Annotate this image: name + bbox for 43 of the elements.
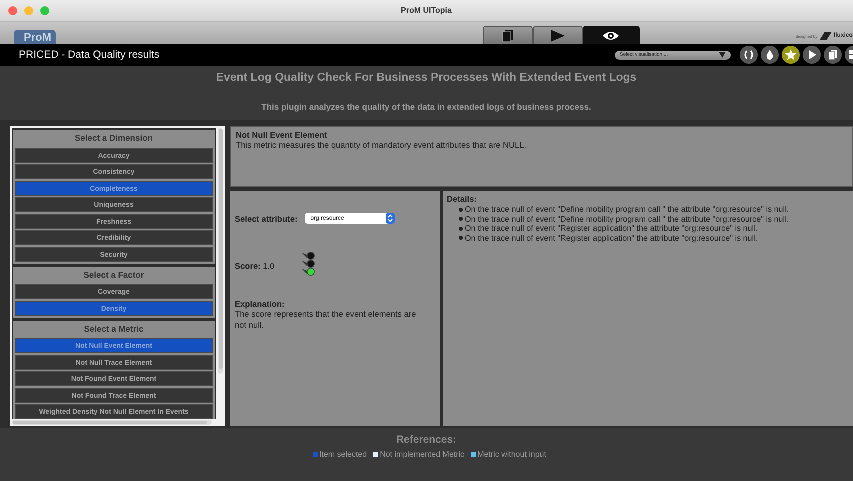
detail-text: On the trace null of event "Register application" the attribute "org:resource" is null. [465,224,758,234]
stepper-icon [386,213,395,224]
detail-text: On the trace null of event "Define mobility program call " the attribute "org:resource" is null. [465,205,790,214]
view-tab[interactable] [532,26,583,44]
view-title: PRICED - Data Quality results [18,49,161,61]
scroll-thumb[interactable] [13,421,207,424]
detail-text: On the trace null of event "Register application" the attribute "org:resource" is null. [465,234,758,243]
legend-label: Not implemented Metric [380,450,465,459]
prom-logo: ProM [14,30,56,44]
score-text: Score: 1.0 [235,261,275,271]
legend-label: Item selected [320,450,368,459]
group-title: Select a Metric [83,322,145,336]
bullet-icon [459,236,463,240]
page-subtitle: This plugin analyzes the quality of the data in extended logs of business process. [260,101,592,112]
braces-icon[interactable] [740,46,758,64]
references-title: References: [395,433,458,446]
scroll-thumb[interactable] [218,129,222,369]
bullet-icon [459,208,463,212]
metric-description: This metric measures the quantity of mandatory event attributes that are NULL. [236,140,528,150]
bullet-icon [459,226,463,231]
vertical-scrollbar[interactable] [218,128,223,374]
drop-icon[interactable] [761,46,779,64]
view-tab[interactable] [482,26,533,44]
copy-icon[interactable] [824,46,842,64]
group-title: Select a Dimension [74,132,154,145]
slash-logo-icon [820,32,832,40]
window-title: ProM UITopia [400,6,453,15]
dropdown-arrow-icon [719,52,726,58]
view-tab[interactable] [582,26,640,44]
detail-text: On the trace null of event "Define mobility program call " the attribute "org:resource" is null. [465,214,790,224]
attribute-label: Select attribute: [235,214,298,224]
legend-label: Metric without input [478,450,546,459]
group-title: Select a Factor [82,268,146,282]
explanation-label: Explanation: [235,299,286,309]
play-icon[interactable] [803,46,821,64]
metric-title: Not Null Event Element [236,130,328,140]
explanation-text: The score represents that the event elements are not null. [235,309,418,330]
copy-icon [502,28,514,42]
details-title: Details: [447,194,478,204]
page-heading: Event Log Quality Check For Business Processes With Extended Event Logs [215,71,638,84]
eye-icon [602,30,620,42]
bullet-icon [459,217,463,222]
horizontal-scrollbar[interactable] [12,420,212,425]
